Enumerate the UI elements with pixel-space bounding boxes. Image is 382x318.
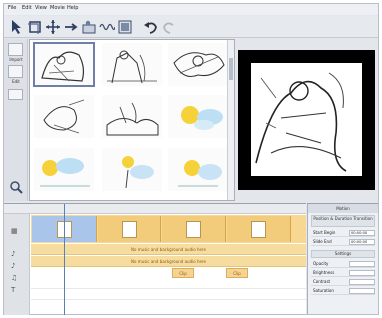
app-window: File Edit View Movie Help Import Edit ▦ … — [3, 3, 379, 315]
zoom-icon[interactable] — [9, 179, 23, 198]
arrow-icon[interactable] — [62, 18, 79, 35]
sound-track-icon: ♫ — [11, 274, 18, 282]
opacity-row: Opacity — [311, 260, 375, 268]
audio-track-icon: ♪ — [11, 250, 16, 258]
slide-icon[interactable] — [80, 18, 97, 35]
edit-button[interactable] — [8, 65, 23, 78]
preview-image — [251, 63, 362, 176]
import-button[interactable] — [8, 43, 23, 56]
start-label: Start Begin — [313, 230, 336, 235]
timeline-clip[interactable] — [162, 216, 226, 242]
text-track-icon: T — [11, 286, 16, 294]
photo-thumbnail[interactable] — [102, 148, 162, 191]
properties-panel: Motion Position & Duration Transition St… — [307, 203, 378, 314]
time-ruler[interactable] — [4, 204, 306, 214]
track-headers: ▦ ♪ ♪ ♫ T — [4, 214, 30, 315]
photo-thumbnail[interactable] — [168, 148, 228, 191]
brightness-row: Brightness — [311, 269, 375, 277]
menu-movie[interactable]: Movie — [50, 5, 65, 11]
contrast-label: Contrast — [313, 279, 331, 284]
contrast-row: Contrast — [311, 278, 375, 286]
position-section: Position & Duration Transition — [311, 215, 375, 227]
photo-thumbnail[interactable] — [168, 95, 228, 138]
menu-edit[interactable]: Edit — [22, 5, 32, 11]
menu-bar: File Edit View Movie Help — [4, 4, 378, 15]
photo-thumbnail[interactable] — [102, 95, 162, 138]
properties-header: Motion — [308, 204, 378, 213]
video-track — [31, 215, 306, 243]
settings-section: Settings — [311, 250, 375, 258]
timeline-clip[interactable] — [227, 216, 291, 242]
audio-clip[interactable]: Clip — [226, 268, 248, 278]
empty-track[interactable] — [31, 290, 306, 300]
redo-icon[interactable] — [160, 18, 177, 35]
undo-icon[interactable] — [142, 18, 159, 35]
brightness-label: Brightness — [313, 270, 335, 275]
audio-icon[interactable] — [98, 18, 115, 35]
saturation-label: Saturation — [313, 288, 334, 293]
contrast-field[interactable] — [349, 278, 375, 285]
crop-icon[interactable] — [26, 18, 43, 35]
clip-thumbnail — [251, 220, 266, 238]
end-row: Slide End 00:00:00 — [311, 238, 375, 246]
photo-thumbnail[interactable] — [102, 43, 162, 86]
clip-thumbnail — [186, 220, 201, 238]
timeline: ▦ ♪ ♪ ♫ T No music and background audio … — [4, 203, 306, 315]
audio-clip[interactable]: Clip — [172, 268, 194, 278]
menu-file[interactable]: File — [8, 5, 16, 11]
video-track-icon: ▦ — [11, 227, 18, 235]
start-row: Start Begin 00:00:00 — [311, 229, 375, 237]
brightness-field[interactable] — [349, 269, 375, 276]
audio-track-icon: ♪ — [11, 262, 16, 270]
opacity-field[interactable] — [349, 260, 375, 267]
scrollbar-thumb[interactable] — [229, 58, 233, 80]
pan-icon[interactable] — [44, 18, 61, 35]
import-label: Import — [9, 57, 23, 62]
audio-track-2[interactable]: No music and background audio here — [31, 256, 306, 267]
tools-button[interactable] — [8, 89, 23, 100]
photo-thumbnail[interactable] — [34, 148, 94, 191]
photo-thumbnail[interactable] — [34, 95, 94, 138]
pointer-icon[interactable] — [8, 18, 25, 35]
photo-browser — [29, 39, 235, 201]
menu-view[interactable]: View — [35, 5, 47, 11]
left-sidebar: Import Edit — [4, 39, 28, 201]
photo-thumbnail[interactable] — [33, 42, 95, 87]
edit-label: Edit — [12, 79, 20, 84]
preview-panel — [238, 50, 375, 190]
text-track[interactable] — [31, 279, 306, 289]
audio-track-1[interactable]: No music and background audio here — [31, 244, 306, 255]
photo-thumbnail[interactable] — [168, 43, 228, 86]
end-label: Slide End — [313, 239, 332, 244]
menu-help[interactable]: Help — [67, 5, 78, 11]
browser-scrollbar[interactable] — [227, 40, 234, 200]
playhead[interactable] — [64, 204, 65, 315]
clip-thumbnail — [121, 220, 137, 238]
saturation-row: Saturation — [311, 287, 375, 295]
toolbar — [4, 16, 378, 38]
opacity-label: Opacity — [313, 261, 329, 266]
saturation-field[interactable] — [349, 287, 375, 294]
timeline-clip[interactable] — [98, 216, 161, 242]
start-field[interactable]: 00:00:00 — [349, 229, 375, 236]
end-field[interactable]: 00:00:00 — [349, 238, 375, 245]
export-icon[interactable] — [116, 18, 133, 35]
